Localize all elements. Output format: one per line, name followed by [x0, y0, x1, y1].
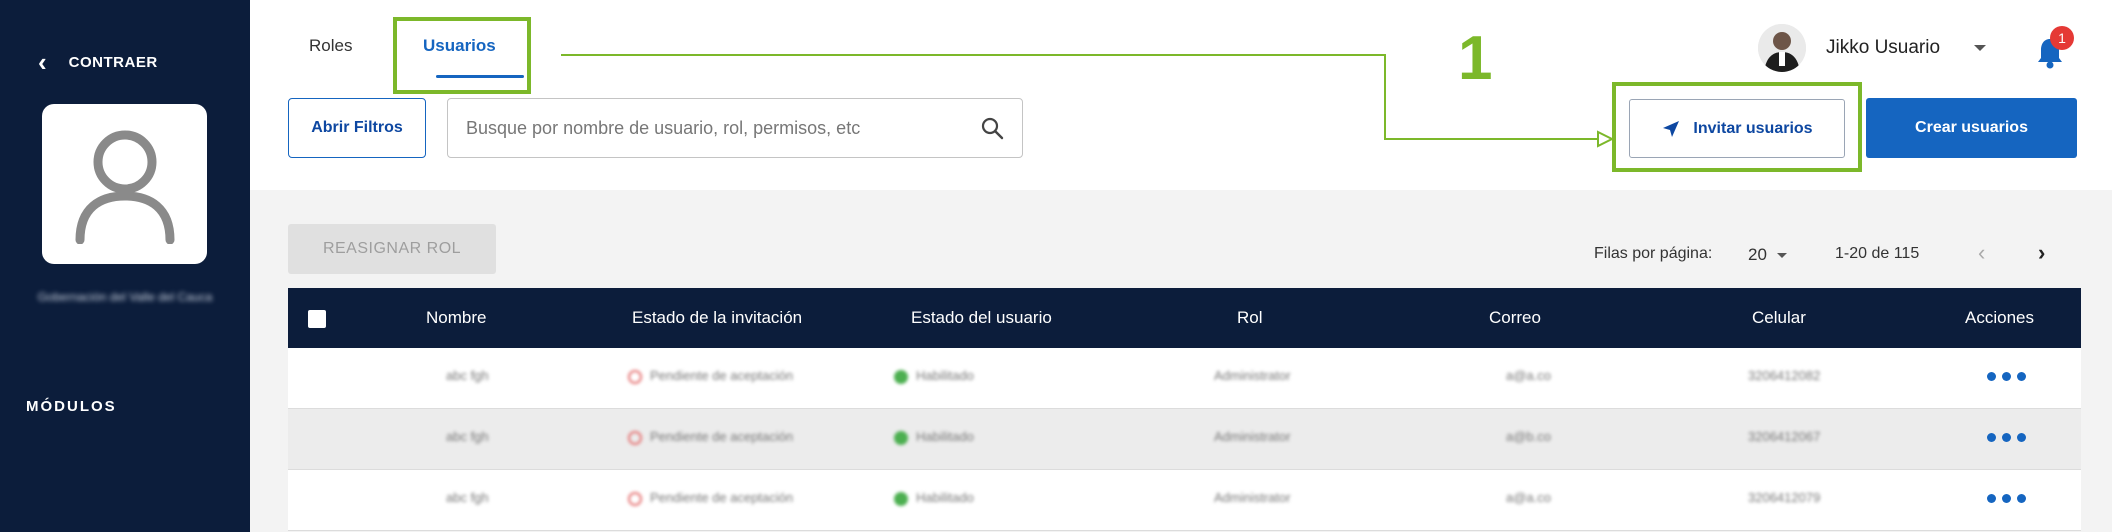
column-header-email[interactable]: Correo: [1489, 308, 1541, 328]
row-actions-icon[interactable]: [1987, 433, 2026, 442]
invite-status-text: Pendiente de aceptación: [650, 490, 794, 505]
tutorial-step-number: 1: [1458, 24, 1493, 93]
row-actions-icon[interactable]: [1987, 494, 2026, 503]
pagination-range: 1-20 de 115: [1835, 245, 1920, 262]
invite-status-text: Pendiente de aceptación: [650, 429, 794, 444]
cell-user-status: Habilitado: [894, 368, 974, 384]
column-header-invite-status[interactable]: Estado de la invitación: [632, 308, 802, 328]
pending-status-icon: [628, 369, 642, 384]
user-menu[interactable]: Jikko Usuario: [1758, 24, 1987, 72]
cell-name: abc fgh: [446, 368, 489, 383]
search-icon[interactable]: [980, 116, 1004, 140]
enabled-status-icon: [894, 491, 908, 506]
organization-avatar: [42, 104, 207, 264]
previous-page-icon[interactable]: ‹: [1978, 240, 1985, 266]
create-users-button[interactable]: Crear usuarios: [1866, 98, 2077, 158]
cell-phone: 3206412079: [1748, 490, 1821, 505]
cell-email: a@a.co: [1506, 490, 1551, 505]
user-status-text: Habilitado: [916, 368, 974, 383]
table-row[interactable]: abc fgh Pendiente de aceptación Habilita…: [288, 470, 2081, 531]
column-header-phone[interactable]: Celular: [1752, 308, 1806, 328]
chevron-down-icon: [1974, 45, 1987, 51]
user-status-text: Habilitado: [916, 490, 974, 505]
cell-invite-status: Pendiente de aceptación: [628, 368, 793, 384]
cell-email: a@b.co: [1506, 429, 1551, 444]
cell-role: Administrator: [1214, 490, 1291, 505]
table-row[interactable]: abc fgh Pendiente de aceptación Habilita…: [288, 348, 2081, 409]
select-all-checkbox[interactable]: [308, 310, 326, 328]
collapse-label: CONTRAER: [68, 53, 158, 71]
cell-name: abc fgh: [446, 429, 489, 444]
tab-roles[interactable]: Roles: [309, 36, 352, 56]
cell-user-status: Habilitado: [894, 429, 974, 445]
avatar: [1758, 24, 1806, 72]
rows-per-page-select[interactable]: 20: [1748, 245, 1787, 265]
table-header: Nombre Estado de la invitación Estado de…: [288, 288, 2081, 348]
tutorial-highlight-tab: [393, 17, 531, 94]
user-placeholder-icon: [75, 130, 174, 244]
cell-phone: 3206412082: [1748, 368, 1821, 383]
cell-invite-status: Pendiente de aceptación: [628, 429, 793, 445]
user-name: Jikko Usuario: [1826, 37, 1941, 58]
pending-status-icon: [628, 491, 642, 506]
sidebar: ‹ CONTRAER Gobernación del Valle del Cau…: [0, 0, 250, 532]
column-header-user-status[interactable]: Estado del usuario: [911, 308, 1052, 328]
cell-role: Administrator: [1214, 368, 1291, 383]
cell-name: abc fgh: [446, 490, 489, 505]
pending-status-icon: [628, 430, 642, 445]
cell-invite-status: Pendiente de aceptación: [628, 490, 793, 506]
cell-phone: 3206412067: [1748, 429, 1821, 444]
user-status-text: Habilitado: [916, 429, 974, 444]
enabled-status-icon: [894, 430, 908, 445]
enabled-status-icon: [894, 369, 908, 384]
collapse-sidebar-button[interactable]: ‹ CONTRAER: [38, 47, 158, 77]
users-content: REASIGNAR ROL Filas por página: 20 1-20 …: [250, 190, 2112, 532]
cell-user-status: Habilitado: [894, 490, 974, 506]
rows-per-page-label: Filas por página:: [1594, 245, 1713, 262]
cell-role: Administrator: [1214, 429, 1291, 444]
open-filters-button[interactable]: Abrir Filtros: [288, 98, 426, 158]
user-photo-icon: [1758, 24, 1806, 72]
column-header-role[interactable]: Rol: [1237, 308, 1263, 328]
row-actions-icon[interactable]: [1987, 372, 2026, 381]
invite-status-text: Pendiente de aceptación: [650, 368, 794, 383]
notification-badge: 1: [2050, 26, 2074, 50]
search-input[interactable]: [466, 117, 980, 139]
reassign-role-button[interactable]: REASIGNAR ROL: [288, 224, 496, 274]
next-page-icon[interactable]: ›: [2038, 240, 2045, 266]
search-bar: [447, 98, 1023, 158]
cell-email: a@a.co: [1506, 368, 1551, 383]
column-header-actions: Acciones: [1965, 308, 2034, 327]
column-header-name[interactable]: Nombre: [426, 308, 486, 328]
rows-per-page-value: 20: [1748, 245, 1767, 264]
tutorial-highlight-invite: [1612, 82, 1862, 172]
chevron-left-icon: ‹: [38, 47, 47, 77]
chevron-down-icon: [1776, 252, 1787, 258]
modules-heading: MÓDULOS: [26, 398, 117, 415]
users-table: Nombre Estado de la invitación Estado de…: [288, 288, 2081, 531]
table-row[interactable]: abc fgh Pendiente de aceptación Habilita…: [288, 409, 2081, 470]
organization-name: Gobernación del Valle del Cauca: [37, 290, 213, 304]
